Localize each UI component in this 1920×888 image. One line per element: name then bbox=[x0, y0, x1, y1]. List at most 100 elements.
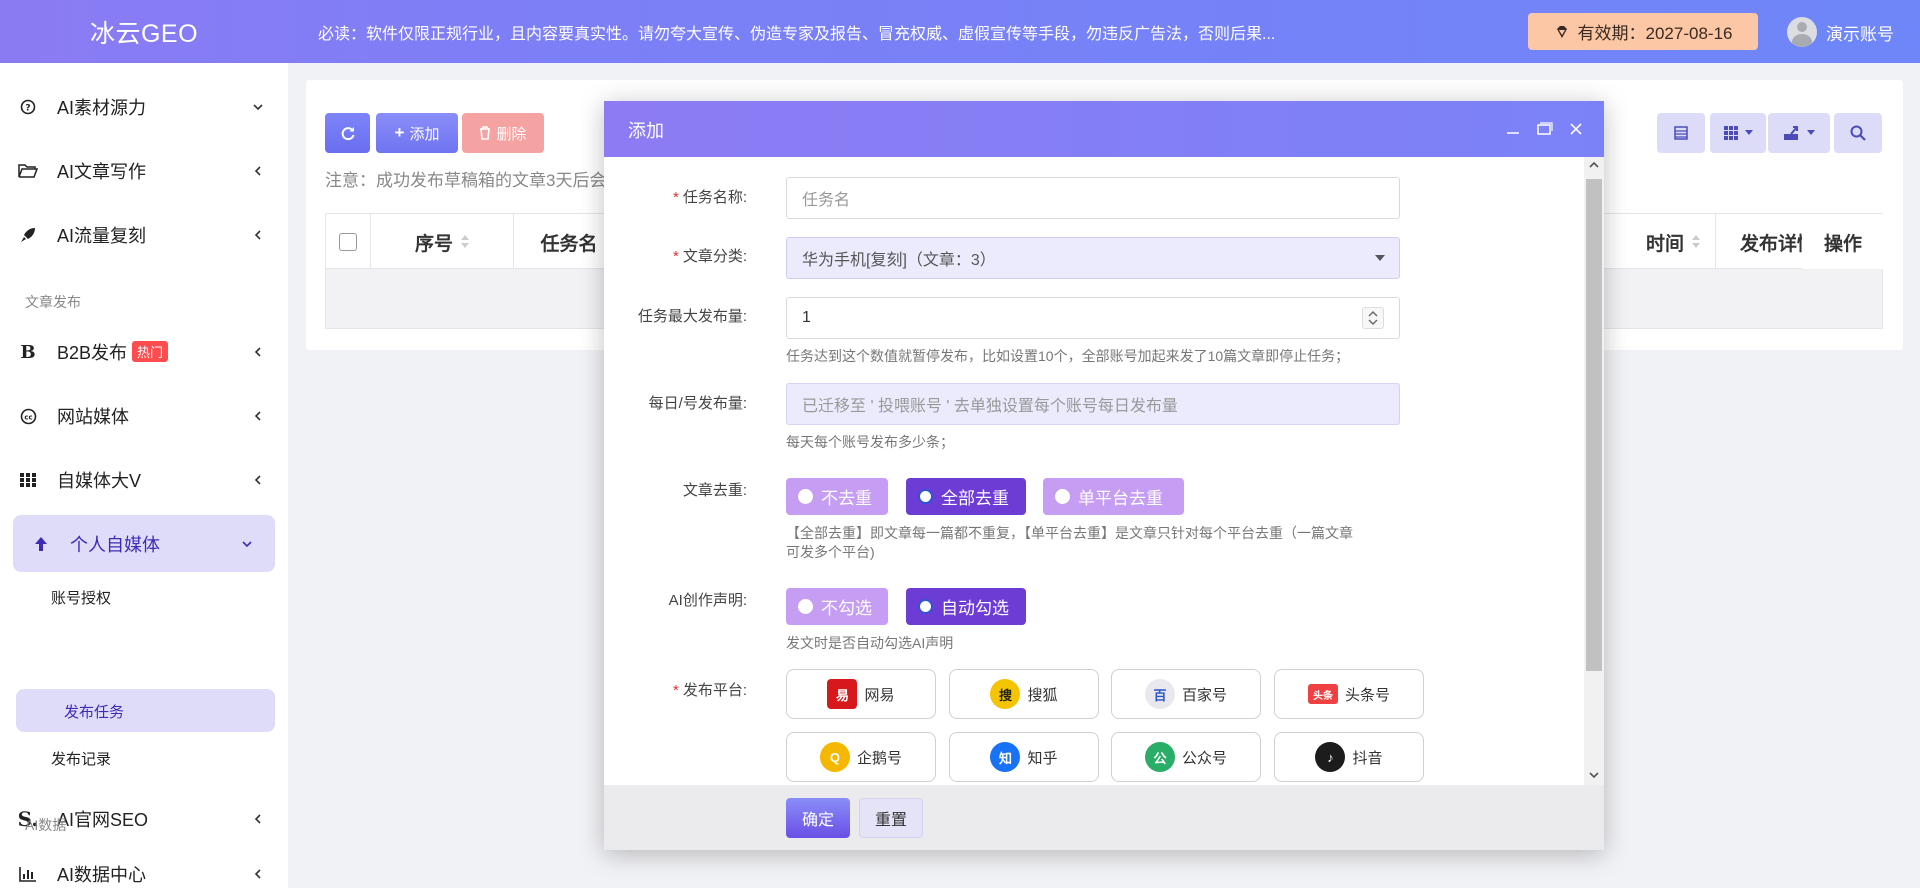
user-name: 演示账号 bbox=[1826, 24, 1894, 44]
sidebar-item-bigv[interactable]: 自媒体大V bbox=[0, 448, 288, 512]
sidebar-subitem-label: 发布任务 bbox=[64, 703, 125, 721]
app-logo[interactable]: 冰云GEO bbox=[0, 0, 288, 63]
add-task-modal: 添加 * 任务名称: 任务名 * 文章分类: 华为手机[复刻]（文章：3） 任务最大… bbox=[604, 101, 1604, 850]
sidebar-item-website[interactable]: cc 网站媒体 bbox=[0, 384, 288, 448]
column-header-actions: 操作 bbox=[1802, 214, 1884, 270]
chevron-left-icon bbox=[254, 166, 261, 176]
number-stepper[interactable] bbox=[1362, 307, 1384, 329]
chevron-down-icon bbox=[242, 541, 252, 548]
category-select[interactable]: 华为手机[复刻]（文章：3） bbox=[786, 237, 1400, 279]
column-header-time[interactable]: 时间 bbox=[1601, 214, 1716, 270]
svg-text:?: ? bbox=[25, 104, 30, 114]
platform-zhihu[interactable]: 知 知乎 bbox=[949, 732, 1099, 782]
wechat-mp-icon: 公 bbox=[1144, 742, 1175, 772]
reset-button[interactable]: 重置 bbox=[859, 798, 923, 838]
sidebar-item-label: 个人自媒体 bbox=[70, 535, 160, 555]
radio-circle-icon bbox=[918, 599, 933, 614]
radio-ai-auto-check[interactable]: 自动勾选 bbox=[906, 588, 1026, 625]
question-circle-icon: ? bbox=[17, 96, 39, 118]
netease-icon: 易 bbox=[827, 679, 858, 709]
sidebar-item-data-center[interactable]: AI数据中心 bbox=[0, 842, 288, 888]
expiry-text: 有效期：2027-08-16 bbox=[1577, 24, 1733, 43]
platform-sohu[interactable]: 搜 搜狐 bbox=[949, 669, 1099, 719]
qie-icon: Q bbox=[819, 742, 850, 772]
grid-icon bbox=[1724, 126, 1738, 140]
publish-tip: 注意：成功发布草稿箱的文章3天后会 bbox=[325, 171, 607, 190]
minimize-icon[interactable] bbox=[1503, 119, 1523, 139]
maximize-icon[interactable] bbox=[1534, 119, 1554, 139]
plus-icon: + bbox=[394, 123, 405, 142]
user-menu[interactable]: 演示账号 bbox=[1787, 17, 1894, 47]
close-icon[interactable] bbox=[1566, 119, 1586, 139]
platform-wechat-mp[interactable]: 公 公众号 bbox=[1111, 732, 1261, 782]
modal-footer: 确定 重置 bbox=[604, 785, 1604, 850]
radio-all-dedup[interactable]: 全部去重 bbox=[906, 478, 1026, 515]
sidebar-item-label: AI素材源力 bbox=[57, 98, 147, 118]
export-button[interactable] bbox=[1768, 113, 1830, 153]
radio-circle-icon bbox=[1055, 489, 1070, 504]
radio-circle-icon bbox=[798, 489, 813, 504]
caret-down-icon bbox=[1375, 255, 1385, 261]
chevron-left-icon bbox=[254, 475, 261, 485]
modal-scrollbar[interactable] bbox=[1584, 157, 1604, 785]
platform-baijiahao[interactable]: 百 百家号 bbox=[1111, 669, 1261, 719]
douyin-icon: ♪ bbox=[1315, 742, 1346, 772]
task-name-input[interactable]: 任务名 bbox=[786, 177, 1400, 219]
sidebar-item-personal-media[interactable]: 个人自媒体 bbox=[0, 512, 288, 576]
platform-qie[interactable]: Q 企鹅号 bbox=[786, 732, 936, 782]
daily-publish-input: 已迁移至 ' 投喂账号 ' 去单独设置每个账号每日发布量 bbox=[786, 383, 1400, 425]
max-publish-label: 任务最大发布量: bbox=[637, 308, 747, 325]
radio-no-dedup[interactable]: 不去重 bbox=[786, 478, 888, 515]
ai-statement-label: AI创作声明: bbox=[668, 592, 747, 609]
platform-toutiao[interactable]: 头条 头条号 bbox=[1274, 669, 1424, 719]
refresh-button[interactable] bbox=[325, 113, 370, 153]
radio-ai-no-check[interactable]: 不勾选 bbox=[786, 588, 888, 625]
columns-toggle-button[interactable] bbox=[1710, 113, 1766, 153]
add-button[interactable]: + 添加 bbox=[376, 113, 458, 153]
select-all-checkbox[interactable] bbox=[339, 233, 357, 251]
dedup-label: 文章去重: bbox=[682, 482, 747, 499]
platform-douyin[interactable]: ♪ 抖音 bbox=[1274, 732, 1424, 782]
export-icon bbox=[1784, 126, 1798, 140]
sidebar-item-label: 自媒体大V bbox=[57, 471, 142, 491]
sidebar-item-b2b[interactable]: B B2B发布 热门 bbox=[0, 320, 288, 384]
table-view-button[interactable] bbox=[1657, 113, 1705, 153]
delete-button-label: 删除 bbox=[496, 125, 527, 143]
scrollbar-thumb[interactable] bbox=[1586, 179, 1602, 671]
sidebar-subitem-publish-task[interactable]: 发布任务 bbox=[0, 687, 288, 735]
toutiao-icon: 头条 bbox=[1307, 684, 1338, 704]
section-label-data: AI数据 bbox=[25, 817, 67, 833]
dedup-help-line1: 【全部去重】即文章每一篇都不重复，【单平台去重】是文章只针对每个平台去重（一篇文… bbox=[786, 525, 1353, 541]
chevron-left-icon bbox=[254, 869, 261, 879]
delete-button[interactable]: 删除 bbox=[462, 113, 544, 153]
section-label-publish: 文章发布 bbox=[25, 294, 81, 310]
baijiahao-icon: 百 bbox=[1144, 679, 1175, 709]
platform-label: * 发布平台: bbox=[672, 682, 747, 699]
chevron-left-icon bbox=[254, 347, 261, 357]
search-button[interactable] bbox=[1834, 113, 1882, 153]
scroll-down-icon[interactable] bbox=[1589, 771, 1599, 779]
dedup-help-line2: 可发多个平台) bbox=[786, 544, 875, 560]
sidebar-subitem-account-auth[interactable]: 账号授权 bbox=[0, 573, 288, 621]
chevron-left-icon bbox=[254, 411, 261, 421]
top-header: 冰云GEO 必读：软件仅限正规行业，且内容要真实性。请勿夸大宣传、伪造专家及报告… bbox=[0, 0, 1920, 63]
sidebar-item-writing[interactable]: AI文章写作 bbox=[0, 139, 288, 203]
platform-netease[interactable]: 易 网易 bbox=[786, 669, 936, 719]
radio-circle-icon bbox=[918, 489, 933, 504]
diamond-icon bbox=[1556, 25, 1567, 38]
confirm-button[interactable]: 确定 bbox=[786, 798, 850, 838]
search-icon bbox=[1850, 125, 1866, 141]
bold-b-icon: B bbox=[20, 341, 36, 363]
notice-text: 必读：软件仅限正规行业，且内容要真实性。请勿夸大宣传、伪造专家及报告、冒充权威、… bbox=[318, 25, 1276, 43]
sidebar-subitem-publish-record[interactable]: 发布记录 bbox=[0, 734, 288, 782]
daily-publish-label: 每日/号发布量: bbox=[648, 395, 747, 412]
radio-platform-dedup[interactable]: 单平台去重 bbox=[1043, 478, 1184, 515]
bar-chart-icon bbox=[17, 863, 39, 885]
max-publish-input[interactable]: 1 bbox=[786, 297, 1400, 339]
caret-down-icon bbox=[1807, 130, 1815, 135]
sidebar-item-label: AI文章写作 bbox=[57, 162, 147, 182]
sidebar-item-material[interactable]: ? AI素材源力 bbox=[0, 75, 288, 139]
column-header-index[interactable]: 序号 bbox=[371, 214, 514, 270]
scroll-up-icon[interactable] bbox=[1589, 161, 1599, 169]
sidebar-item-traffic[interactable]: AI流量复刻 bbox=[0, 203, 288, 267]
